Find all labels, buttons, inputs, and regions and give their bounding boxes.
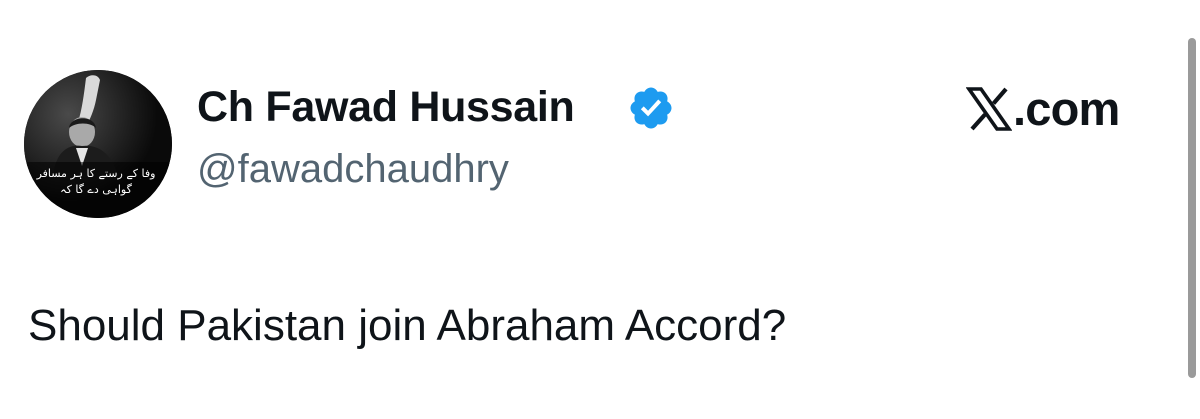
tweet-card: وفا کے رستے کا ہر مسافر گواہی دے گا کہ C… (0, 0, 1200, 419)
tweet-text: Should Pakistan join Abraham Accord? (28, 301, 787, 350)
x-logo-icon (966, 87, 1012, 131)
scrollbar[interactable] (1188, 38, 1196, 378)
author-display-name[interactable]: Ch Fawad Hussain (197, 80, 575, 134)
x-brand: .com (966, 81, 1120, 137)
avatar-caption: وفا کے رستے کا ہر مسافر گواہی دے گا کہ (36, 167, 156, 196)
brand-domain-text: .com (1013, 82, 1120, 135)
author-handle[interactable]: @fawadchaudhry (197, 144, 509, 194)
verified-badge-icon (627, 84, 675, 132)
author-avatar[interactable]: وفا کے رستے کا ہر مسافر گواہی دے گا کہ (24, 70, 172, 218)
